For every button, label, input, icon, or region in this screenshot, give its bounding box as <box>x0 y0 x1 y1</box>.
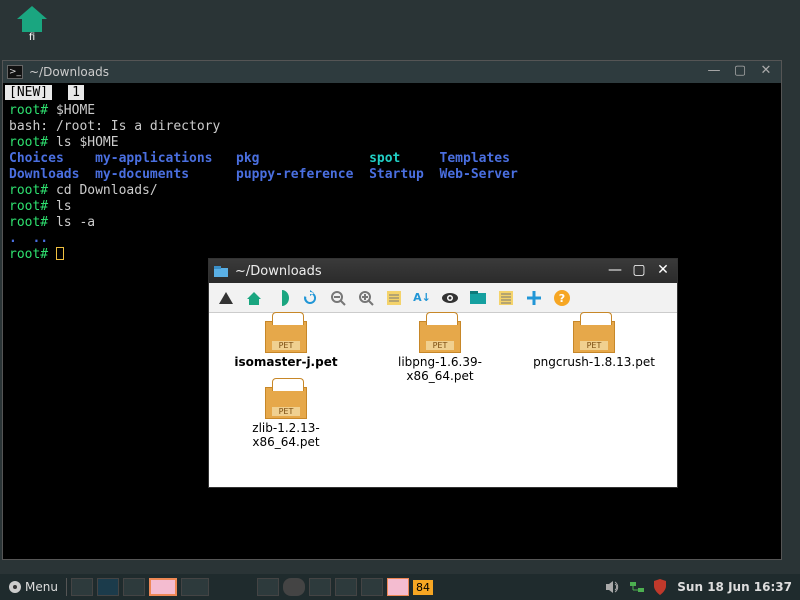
terminal-icon: >_ <box>7 65 23 79</box>
terminal-maximize-button[interactable]: ▢ <box>729 64 751 80</box>
terminal-tabbar: [NEW] 1 <box>3 83 781 101</box>
desktop-home-icon[interactable]: fi <box>12 6 52 43</box>
taskbar-workspace-switcher[interactable] <box>149 578 177 596</box>
file-label: libpng-1.6.39-x86_64.pet <box>375 355 505 383</box>
terminal-minimize-button[interactable]: — <box>703 64 725 80</box>
zoom-out-icon[interactable] <box>329 289 347 307</box>
up-icon[interactable] <box>217 289 235 307</box>
file-label: pngcrush-1.8.13.pet <box>533 355 655 369</box>
taskbar-task-unknown[interactable] <box>283 578 305 596</box>
terminal-titlebar[interactable]: >_ ~/Downloads — ▢ ✕ <box>3 61 781 83</box>
taskbar-task-files[interactable] <box>257 578 279 596</box>
add-icon[interactable] <box>525 289 543 307</box>
taskbar-task-terminal-2[interactable] <box>335 578 357 596</box>
menu-icon <box>8 580 22 594</box>
fm-maximize-button[interactable]: ▢ <box>629 262 649 280</box>
help-icon[interactable]: ? <box>553 289 571 307</box>
fm-file-item[interactable]: isomaster-j.pet <box>221 321 351 383</box>
shield-icon[interactable] <box>653 579 667 595</box>
taskbar-task-active[interactable] <box>387 578 409 596</box>
taskbar-temperature[interactable]: 84 <box>413 580 433 595</box>
fm-file-grid[interactable]: isomaster-j.pet libpng-1.6.39-x86_64.pet… <box>209 313 677 487</box>
refresh-icon[interactable] <box>301 289 319 307</box>
list-view-icon[interactable] <box>385 289 403 307</box>
fm-toolbar: A↓ ? <box>209 283 677 313</box>
taskbar-clock[interactable]: Sun 18 Jun 16:37 <box>677 580 792 594</box>
network-icon[interactable] <box>629 580 645 594</box>
desktop-icon-label: fi <box>29 32 35 43</box>
taskbar-task-terminal-3[interactable] <box>361 578 383 596</box>
file-label: zlib-1.2.13-x86_64.pet <box>221 421 351 449</box>
terminal-cursor <box>56 247 64 260</box>
terminal-close-button[interactable]: ✕ <box>755 64 777 80</box>
pet-package-icon <box>265 321 307 353</box>
bookmarks-icon[interactable] <box>273 289 291 307</box>
eye-icon[interactable] <box>441 289 459 307</box>
fm-title: ~/Downloads <box>235 264 322 279</box>
file-label: isomaster-j.pet <box>234 355 337 369</box>
zoom-in-icon[interactable] <box>357 289 375 307</box>
fm-close-button[interactable]: ✕ <box>653 262 673 280</box>
fm-file-item[interactable]: zlib-1.2.13-x86_64.pet <box>221 387 351 449</box>
pet-package-icon <box>419 321 461 353</box>
folder-icon <box>213 264 229 278</box>
sort-icon[interactable]: A↓ <box>413 289 431 307</box>
taskbar: Menu 84 Sun 18 Jun 16:37 <box>0 574 800 600</box>
fm-file-item[interactable]: libpng-1.6.39-x86_64.pet <box>375 321 505 383</box>
fm-minimize-button[interactable]: — <box>605 262 625 280</box>
taskbar-show-desktop[interactable] <box>71 578 93 596</box>
home-icon[interactable] <box>245 289 263 307</box>
pet-package-icon <box>573 321 615 353</box>
file-manager-window: ~/Downloads — ▢ ✕ A↓ ? isomaster-j.pet l… <box>208 258 678 488</box>
pet-package-icon <box>265 387 307 419</box>
terminal-title: ~/Downloads <box>29 65 109 79</box>
volume-icon[interactable] <box>605 580 621 594</box>
menu-label: Menu <box>25 580 58 594</box>
house-icon <box>17 6 47 32</box>
svg-text:?: ? <box>559 292 565 305</box>
taskbar-task-terminal-1[interactable] <box>309 578 331 596</box>
open-folder-icon[interactable] <box>469 289 487 307</box>
fm-file-item[interactable]: pngcrush-1.8.13.pet <box>529 321 659 383</box>
taskbar-launcher-files[interactable] <box>123 578 145 596</box>
fm-titlebar[interactable]: ~/Downloads — ▢ ✕ <box>209 259 677 283</box>
terminal-tab-1[interactable]: 1 <box>68 85 84 100</box>
menu-button[interactable]: Menu <box>4 580 62 594</box>
terminal-new-tab[interactable]: [NEW] <box>5 85 52 100</box>
taskbar-workspace-2[interactable] <box>181 578 209 596</box>
taskbar-launcher-browser[interactable] <box>97 578 119 596</box>
details-icon[interactable] <box>497 289 515 307</box>
